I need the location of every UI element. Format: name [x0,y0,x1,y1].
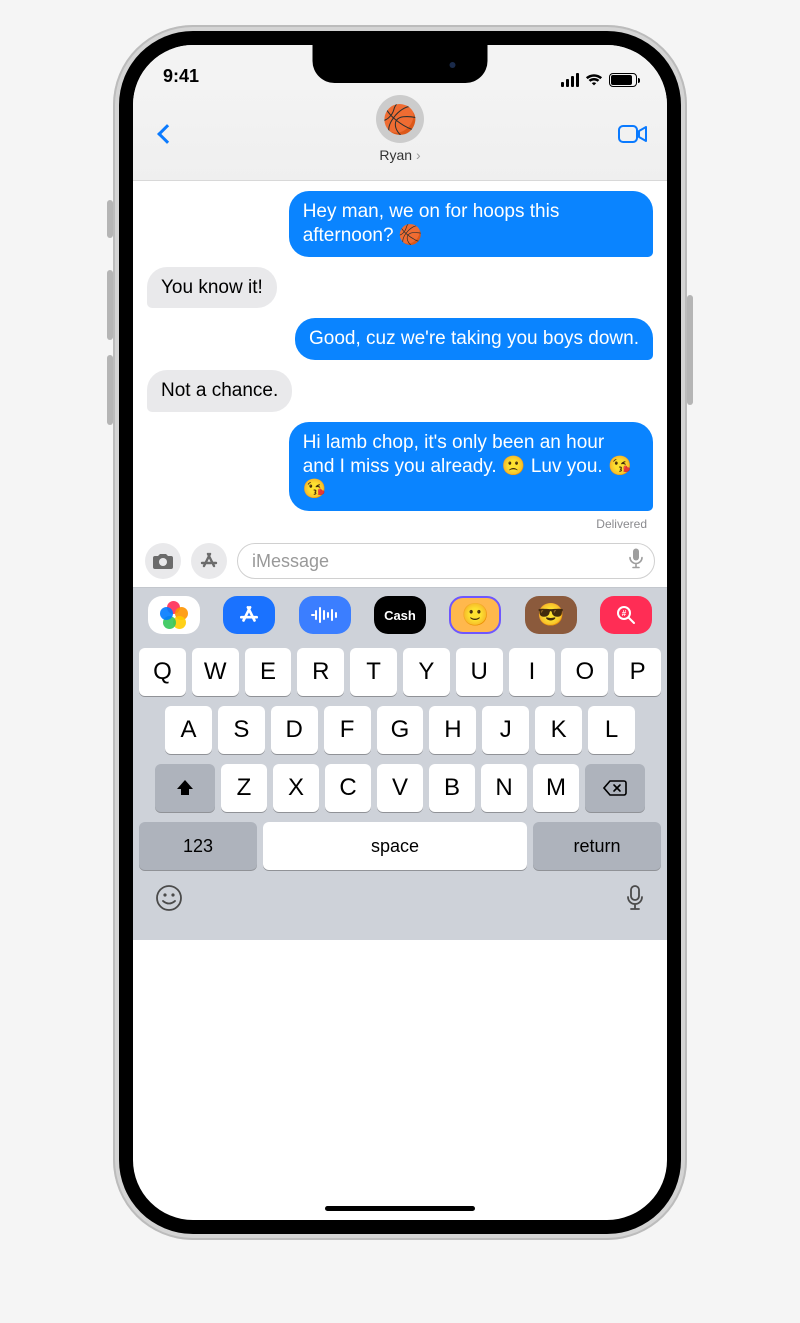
notch [313,45,488,83]
key-r[interactable]: R [297,648,344,696]
message-bubble-received[interactable]: You know it! [147,267,277,309]
dictation-button[interactable] [625,884,645,919]
key-i[interactable]: I [509,648,556,696]
keyboard: Q W E R T Y U I O P A S D F G H [133,640,667,876]
wifi-icon [585,73,603,87]
app-store-app[interactable] [223,596,275,634]
key-x[interactable]: X [273,764,319,812]
camera-button[interactable] [145,543,181,579]
hashtag-images-app[interactable]: # [600,596,652,634]
space-key[interactable]: space [263,822,527,870]
app-drawer-button[interactable] [191,543,227,579]
key-e[interactable]: E [245,648,292,696]
message-bubble-received[interactable]: Not a chance. [147,370,292,412]
cellular-icon [561,73,579,87]
audio-message-app[interactable] [299,596,351,634]
key-z[interactable]: Z [221,764,267,812]
key-c[interactable]: C [325,764,371,812]
key-p[interactable]: P [614,648,661,696]
message-bubble-sent[interactable]: Hey man, we on for hoops this afternoon?… [289,191,653,257]
key-s[interactable]: S [218,706,265,754]
back-button[interactable] [147,114,187,154]
compose-bar: iMessage [133,533,667,587]
chevron-left-icon [157,124,177,144]
animoji-icon: 😎 [537,602,564,628]
key-l[interactable]: L [588,706,635,754]
key-j[interactable]: J [482,706,529,754]
apple-cash-app[interactable]: Cash [374,596,426,634]
volume-up-button[interactable] [107,270,113,340]
shift-key[interactable] [155,764,215,812]
device-frame: 9:41 🏀 Ryan [113,25,687,1240]
volume-down-button[interactable] [107,355,113,425]
key-v[interactable]: V [377,764,423,812]
facetime-button[interactable] [613,114,653,154]
message-bubble-sent[interactable]: Hi lamb chop, it's only been an hour and… [289,422,653,511]
emoji-keyboard-button[interactable] [155,884,183,919]
dictate-button[interactable] [628,548,644,575]
microphone-icon [625,884,645,912]
keyboard-bottom-bar [133,876,667,940]
camera-icon [152,552,174,570]
key-n[interactable]: N [481,764,527,812]
key-t[interactable]: T [350,648,397,696]
backspace-key[interactable] [585,764,645,812]
battery-icon [609,73,637,87]
backspace-icon [603,779,627,797]
shift-icon [175,778,195,798]
microphone-icon [628,548,644,570]
photos-icon [160,601,188,629]
key-b[interactable]: B [429,764,475,812]
key-q[interactable]: Q [139,648,186,696]
search-icon: # [615,604,637,626]
app-strip: Cash 🙂 😎 # [133,587,667,640]
message-placeholder: iMessage [252,551,329,572]
contact-avatar[interactable]: 🏀 [376,95,424,143]
avatar-emoji: 🏀 [383,103,418,136]
photos-app[interactable] [148,596,200,634]
key-u[interactable]: U [456,648,503,696]
memoji-app[interactable]: 🙂 [449,596,501,634]
key-o[interactable]: O [561,648,608,696]
memoji-icon: 🙂 [462,602,489,628]
key-w[interactable]: W [192,648,239,696]
message-bubble-sent[interactable]: Good, cuz we're taking you boys down. [295,318,653,360]
delivered-label: Delivered [596,517,653,531]
app-store-icon [199,551,219,571]
home-indicator[interactable] [325,1206,475,1211]
key-h[interactable]: H [429,706,476,754]
power-button[interactable] [687,295,693,405]
key-y[interactable]: Y [403,648,450,696]
contact-name[interactable]: Ryan [379,147,420,163]
video-icon [618,124,648,144]
animoji-app[interactable]: 😎 [525,596,577,634]
key-d[interactable]: D [271,706,318,754]
return-key[interactable]: return [533,822,661,870]
status-time: 9:41 [163,66,199,87]
key-m[interactable]: M [533,764,579,812]
chat-header: 🏀 Ryan [133,91,667,181]
numeric-key[interactable]: 123 [139,822,257,870]
waveform-icon [310,605,340,625]
svg-text:#: # [622,609,627,618]
key-a[interactable]: A [165,706,212,754]
messages-list[interactable]: Hey man, we on for hoops this afternoon?… [133,181,667,533]
emoji-icon [155,884,183,912]
key-g[interactable]: G [377,706,424,754]
app-store-icon [238,604,260,626]
key-f[interactable]: F [324,706,371,754]
key-k[interactable]: K [535,706,582,754]
message-input[interactable]: iMessage [237,543,655,579]
mute-switch[interactable] [107,200,113,238]
